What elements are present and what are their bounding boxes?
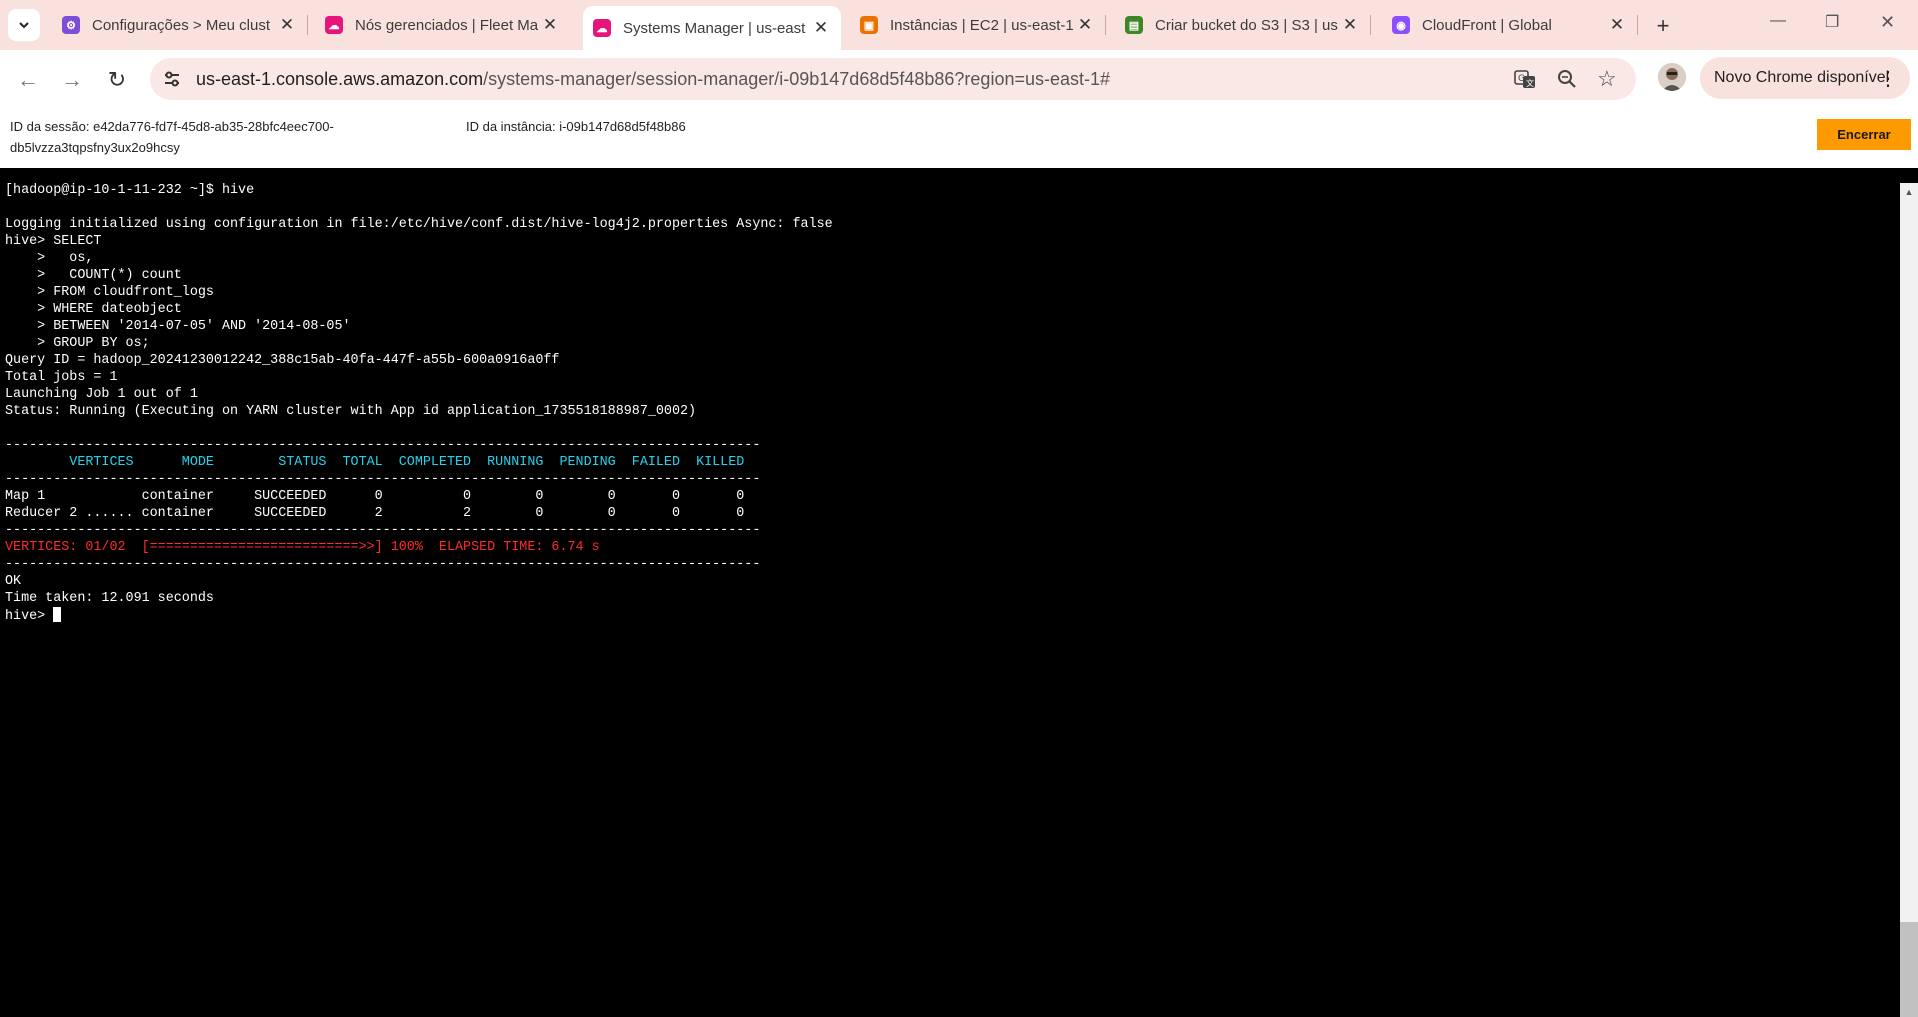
scroll-track[interactable] [1900, 201, 1918, 922]
new-tab-button[interactable]: + [1650, 13, 1676, 39]
tab-configuracoes[interactable]: ⚙ Configurações > Meu clust ✕ [52, 9, 308, 41]
terminal-line: > os, [5, 251, 94, 266]
close-tab-icon[interactable]: ✕ [1340, 15, 1360, 35]
terminal-line: OK [5, 574, 22, 589]
tab-cloudfront[interactable]: ◉ CloudFront | Global ✕ [1382, 9, 1638, 41]
terminal-cursor [53, 607, 62, 622]
svg-text:文: 文 [1526, 78, 1534, 88]
terminal[interactable]: [hadoop@ip-10-1-11-232 ~]$ hive Logging … [0, 168, 1900, 1017]
close-tab-icon[interactable]: ✕ [540, 15, 560, 35]
profile-avatar[interactable] [1658, 63, 1686, 91]
scroll-up-arrow-icon[interactable]: ▲ [1900, 183, 1918, 201]
site-info-icon[interactable] [162, 69, 182, 89]
table-rule: ----------------------------------------… [5, 472, 761, 487]
scroll-thumb[interactable] [1900, 922, 1918, 1017]
terminal-line: Logging initialized using configuration … [5, 217, 833, 232]
terminal-output: [hadoop@ip-10-1-11-232 ~]$ hive Logging … [5, 182, 833, 625]
terminal-line: Status: Running (Executing on YARN clust… [5, 404, 697, 419]
table-rule: ----------------------------------------… [5, 438, 761, 453]
tab-title: CloudFront | Global [1422, 16, 1552, 34]
systems-manager-icon: ☁ [325, 16, 343, 34]
instance-id: ID da instância: i-09b147d68d5f48b86 [466, 119, 686, 134]
ec2-icon: ▣ [860, 16, 878, 34]
terminal-line: > FROM cloudfront_logs [5, 285, 214, 300]
terminal-line: Query ID = hadoop_20241230012242_388c15a… [5, 353, 560, 368]
tab-title: Instâncias | EC2 | us-east-1 [890, 16, 1074, 34]
url-text[interactable]: us-east-1.console.aws.amazon.com/systems… [196, 69, 1110, 90]
systems-manager-icon: ☁ [593, 19, 611, 37]
session-id: ID da sessão: e42da776-fd7f-45d8-ab35-28… [10, 116, 334, 158]
terminal-scrollbar[interactable]: ▲ [1900, 183, 1918, 1017]
table-rule: ----------------------------------------… [5, 557, 761, 572]
close-tab-icon[interactable]: ✕ [811, 18, 831, 38]
back-icon[interactable]: ← [16, 67, 40, 93]
browser-toolbar: ← → ↻ us-east-1.console.aws.amazon.com/s… [0, 50, 1918, 108]
zoom-icon[interactable] [1556, 68, 1578, 96]
tab-instancias-ec2[interactable]: ▣ Instâncias | EC2 | us-east-1 ✕ [850, 9, 1106, 41]
tab-systems-manager[interactable]: ☁ Systems Manager | us-east ✕ [583, 6, 841, 50]
chevron-down-icon [19, 22, 29, 29]
table-row: Reducer 2 ...... container SUCCEEDED 2 2… [5, 506, 745, 521]
close-tab-icon[interactable]: ✕ [1607, 15, 1627, 35]
terminal-line: Total jobs = 1 [5, 370, 118, 385]
tab-title: Criar bucket do S3 | S3 | us [1155, 16, 1338, 34]
close-tab-icon[interactable]: ✕ [277, 15, 297, 35]
url-path: /systems-manager/session-manager/i-09b14… [483, 69, 1111, 89]
table-rule: ----------------------------------------… [5, 523, 761, 538]
progress-line: VERTICES: 01/02 [=======================… [5, 540, 600, 555]
forward-icon[interactable]: → [60, 67, 84, 93]
hive-prompt-line[interactable]: hive> [5, 607, 833, 625]
tab-criar-bucket-s3[interactable]: ▤ Criar bucket do S3 | S3 | us ✕ [1115, 9, 1371, 41]
terminal-line: > COUNT(*) count [5, 268, 182, 283]
terminal-line: [hadoop@ip-10-1-11-232 ~]$ hive [5, 183, 255, 198]
url-host: us-east-1.console.aws.amazon.com [196, 69, 484, 89]
terminal-line: > BETWEEN '2014-07-05' AND '2014-08-05' [5, 319, 351, 334]
terminal-line: > WHERE dateobject [5, 302, 182, 317]
session-info-bar: ID da sessão: e42da776-fd7f-45d8-ab35-28… [0, 108, 1918, 168]
tab-strip: ⚙ Configurações > Meu clust ✕ ☁ Nós gere… [0, 0, 1918, 50]
session-id-line1: ID da sessão: e42da776-fd7f-45d8-ab35-28… [10, 119, 334, 134]
tab-separator [1370, 15, 1371, 35]
session-id-line2: db5lvzza3tqpsfny3ux2o9hcsy [10, 140, 180, 155]
tab-search-button[interactable] [8, 9, 40, 41]
hive-prompt: hive> [5, 609, 54, 624]
terminal-line: Time taken: 12.091 seconds [5, 591, 214, 606]
terminal-line: > GROUP BY os; [5, 336, 150, 351]
restore-icon[interactable]: ❐ [1825, 12, 1839, 32]
table-header: VERTICES MODE STATUS TOTAL COMPLETED RUN… [5, 455, 745, 470]
translate-icon[interactable]: G文 [1514, 68, 1536, 96]
update-label: Novo Chrome disponível [1714, 69, 1890, 86]
tab-title: Configurações > Meu clust [92, 16, 271, 34]
tab-title: Systems Manager | us-east [623, 19, 806, 37]
table-row: Map 1 container SUCCEEDED 0 0 0 0 0 0 [5, 489, 745, 504]
s3-icon: ▤ [1125, 16, 1143, 34]
tab-separator [307, 15, 308, 35]
cloudfront-icon: ◉ [1392, 16, 1410, 34]
close-tab-icon[interactable]: ✕ [1075, 15, 1095, 35]
tab-nos-gerenciados[interactable]: ☁ Nós gerenciados | Fleet Ma ✕ [315, 9, 570, 41]
end-session-button[interactable]: Encerrar [1817, 119, 1911, 150]
tab-separator [1105, 15, 1106, 35]
terminal-line: hive> SELECT [5, 234, 102, 249]
close-window-icon[interactable]: ✕ [1880, 12, 1895, 33]
tab-separator [1637, 15, 1638, 35]
reload-icon[interactable]: ↻ [105, 67, 129, 93]
menu-dots-icon[interactable]: ⋮ [1878, 66, 1898, 91]
address-bar[interactable]: us-east-1.console.aws.amazon.com/systems… [150, 58, 1636, 100]
minimize-icon[interactable]: — [1770, 12, 1786, 30]
tab-title: Nós gerenciados | Fleet Ma [355, 16, 539, 34]
terminal-line: Launching Job 1 out of 1 [5, 387, 198, 402]
bookmark-star-icon[interactable]: ☆ [1597, 66, 1617, 92]
chrome-update-button[interactable]: Novo Chrome disponível ⋮ [1700, 57, 1910, 99]
aws-config-icon: ⚙ [62, 16, 80, 34]
